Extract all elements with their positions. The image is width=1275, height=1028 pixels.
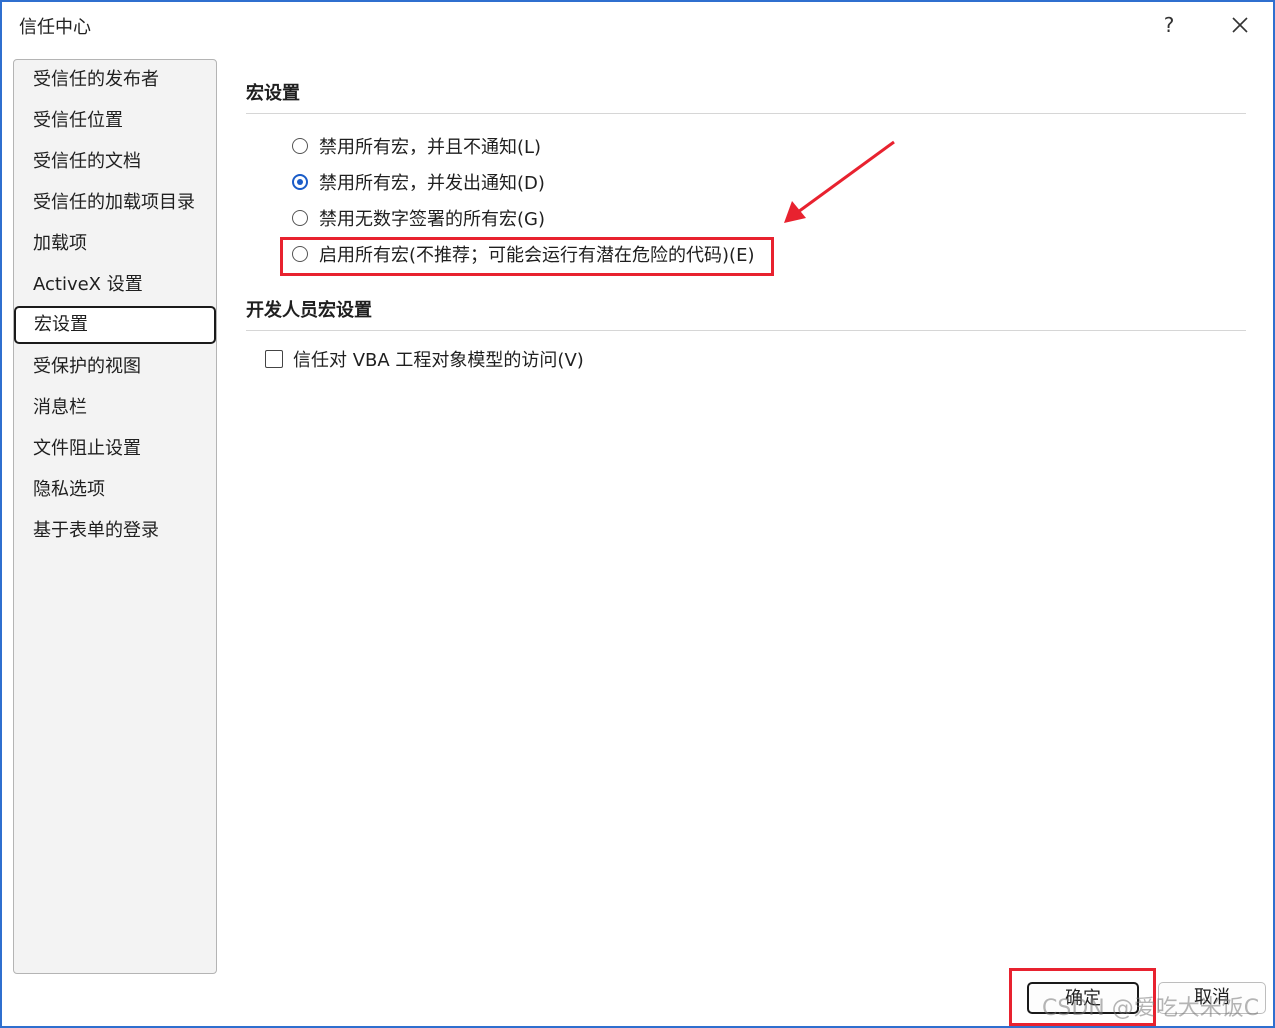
radio-button[interactable] bbox=[292, 138, 308, 154]
radio-disable-unsigned[interactable]: 禁用无数字签署的所有宏(G) bbox=[292, 204, 545, 232]
radio-disable-with-notify[interactable]: 禁用所有宏，并发出通知(D) bbox=[292, 168, 545, 196]
macro-settings-heading: 宏设置 bbox=[246, 83, 300, 104]
trust-center-dialog: 信任中心 ? 受信任的发布者 受信任位置 受信任的文档 受信任的加载项目录 加载… bbox=[0, 0, 1275, 1028]
sidebar-item-trusted-documents[interactable]: 受信任的文档 bbox=[15, 143, 215, 181]
close-icon bbox=[1232, 17, 1248, 33]
checkbox[interactable] bbox=[265, 350, 283, 368]
sidebar-item-form-based-signin[interactable]: 基于表单的登录 bbox=[15, 512, 215, 550]
checkbox-trust-vba-access[interactable]: 信任对 VBA 工程对象模型的访问(V) bbox=[265, 345, 584, 373]
section-divider bbox=[246, 330, 1246, 331]
cancel-button[interactable]: 取消 bbox=[1158, 982, 1266, 1014]
radio-enable-all[interactable]: 启用所有宏(不推荐；可能会运行有潜在危险的代码)(E) bbox=[292, 240, 754, 268]
sidebar-item-trusted-locations[interactable]: 受信任位置 bbox=[15, 102, 215, 140]
radio-label: 启用所有宏(不推荐；可能会运行有潜在危险的代码)(E) bbox=[319, 245, 755, 266]
sidebar-item-addins[interactable]: 加载项 bbox=[15, 225, 215, 263]
radio-disable-no-notify[interactable]: 禁用所有宏，并且不通知(L) bbox=[292, 132, 541, 160]
help-button[interactable]: ? bbox=[1154, 10, 1184, 40]
sidebar-item-protected-view[interactable]: 受保护的视图 bbox=[15, 348, 215, 386]
sidebar-item-file-block-settings[interactable]: 文件阻止设置 bbox=[15, 430, 215, 468]
ok-button[interactable]: 确定 bbox=[1027, 982, 1139, 1014]
sidebar-item-trusted-addin-catalogs[interactable]: 受信任的加载项目录 bbox=[15, 184, 215, 222]
sidebar-item-activex-settings[interactable]: ActiveX 设置 bbox=[15, 266, 215, 304]
developer-macro-settings-heading: 开发人员宏设置 bbox=[246, 300, 372, 321]
sidebar-item-message-bar[interactable]: 消息栏 bbox=[15, 389, 215, 427]
sidebar-item-trusted-publishers[interactable]: 受信任的发布者 bbox=[15, 61, 215, 99]
checkbox-label: 信任对 VBA 工程对象模型的访问(V) bbox=[293, 350, 584, 371]
radio-label: 禁用无数字签署的所有宏(G) bbox=[319, 209, 545, 230]
radio-label: 禁用所有宏，并且不通知(L) bbox=[319, 137, 542, 158]
radio-button-selected[interactable] bbox=[292, 174, 308, 190]
close-button[interactable] bbox=[1224, 10, 1256, 40]
radio-button[interactable] bbox=[292, 210, 308, 226]
annotation-arrow-icon bbox=[784, 140, 895, 223]
section-divider bbox=[246, 113, 1246, 114]
sidebar-item-macro-settings[interactable]: 宏设置 bbox=[14, 306, 216, 344]
sidebar: 受信任的发布者 受信任位置 受信任的文档 受信任的加载项目录 加载项 Activ… bbox=[13, 59, 217, 974]
radio-button[interactable] bbox=[292, 246, 308, 262]
sidebar-item-privacy-options[interactable]: 隐私选项 bbox=[15, 471, 215, 509]
dialog-title: 信任中心 bbox=[19, 17, 91, 38]
radio-label: 禁用所有宏，并发出通知(D) bbox=[319, 173, 545, 194]
